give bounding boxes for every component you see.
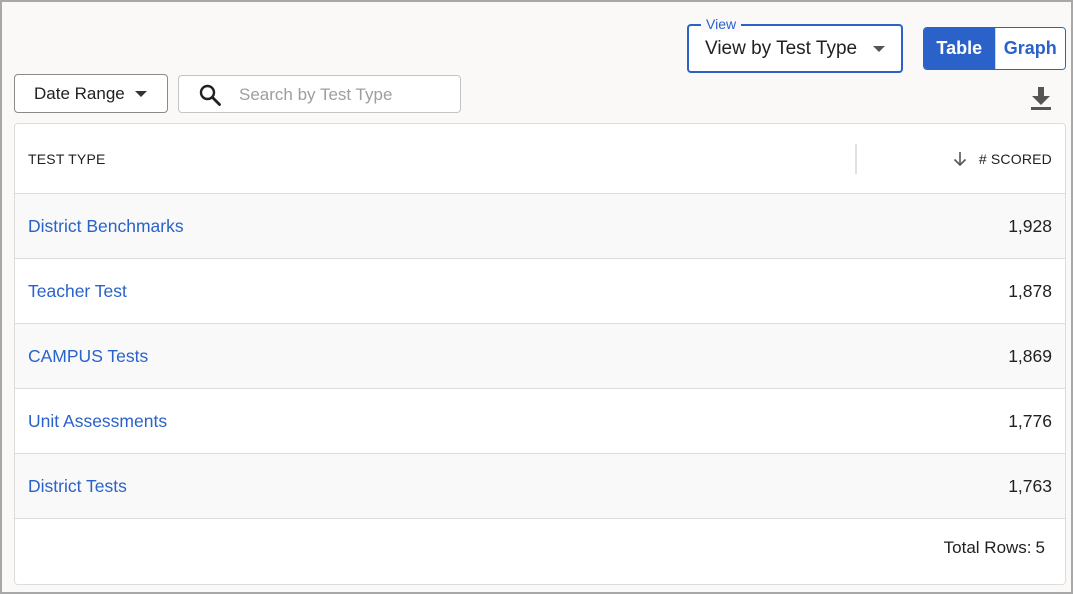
total-rows: Total Rows: 5	[940, 538, 1045, 558]
scored-value: 1,776	[1008, 411, 1052, 431]
test-type-link[interactable]: Unit Assessments	[28, 411, 167, 432]
scored-value: 1,928	[1008, 216, 1052, 236]
table-row: District Tests 1,763	[15, 454, 1065, 519]
test-type-link[interactable]: CAMPUS Tests	[28, 346, 148, 367]
total-rows-label: Total Rows:	[943, 538, 1032, 557]
view-select-value: View by Test Type	[705, 38, 858, 59]
download-icon[interactable]	[1029, 85, 1053, 111]
view-select[interactable]: View View by Test Type	[687, 16, 903, 73]
column-header-scored[interactable]: # SCORED	[951, 142, 1052, 176]
table-footer: Total Rows: 5	[15, 519, 1065, 584]
graph-view-button[interactable]: Graph	[994, 28, 1065, 69]
test-type-table: TEST TYPE # SCORED District Benchmarks 1…	[14, 123, 1066, 585]
date-range-dropdown[interactable]: Date Range	[14, 74, 168, 113]
view-mode-toggle: Table Graph	[923, 27, 1066, 70]
view-select-label: View	[701, 16, 742, 32]
chevron-down-icon	[135, 91, 147, 97]
arrow-down-icon	[953, 152, 966, 167]
table-row: Teacher Test 1,878	[15, 259, 1065, 324]
search-box	[178, 75, 461, 113]
total-rows-value: 5	[1035, 538, 1045, 557]
table-header: TEST TYPE # SCORED	[15, 124, 1065, 194]
test-type-link[interactable]: District Benchmarks	[28, 216, 184, 237]
test-type-link[interactable]: District Tests	[28, 476, 127, 497]
chevron-down-icon	[873, 46, 885, 52]
search-input[interactable]	[239, 82, 449, 108]
scored-value: 1,763	[1008, 476, 1052, 496]
table-row: District Benchmarks 1,928	[15, 194, 1065, 259]
test-type-link[interactable]: Teacher Test	[28, 281, 127, 302]
table-view-button[interactable]: Table	[924, 28, 995, 69]
search-icon	[199, 84, 221, 106]
table-row: Unit Assessments 1,776	[15, 389, 1065, 454]
column-header-test-type[interactable]: TEST TYPE	[28, 151, 106, 167]
report-panel: View View by Test Type Table Graph Date …	[0, 0, 1073, 594]
column-divider	[855, 144, 857, 174]
scored-value: 1,878	[1008, 281, 1052, 301]
table-row: CAMPUS Tests 1,869	[15, 324, 1065, 389]
date-range-label: Date Range	[34, 84, 125, 103]
scored-value: 1,869	[1008, 346, 1052, 366]
column-header-scored-label: # SCORED	[978, 151, 1052, 167]
